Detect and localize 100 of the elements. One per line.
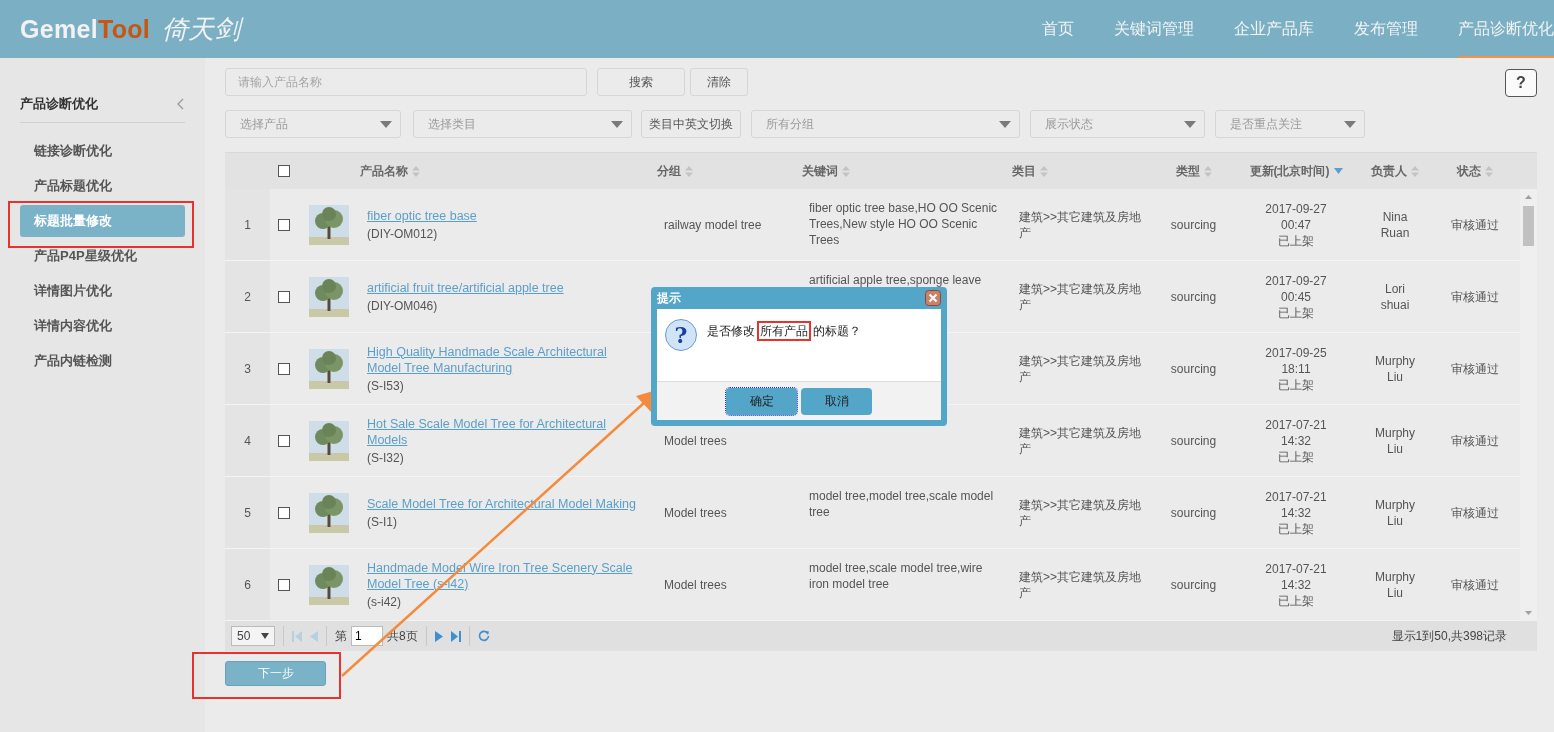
sidebar-item[interactable]: 详情图片优化 (20, 275, 185, 307)
product-link[interactable]: High Quality Handmade Scale Architectural Model Tree Manufacturing (367, 343, 639, 376)
tree-picture (308, 492, 349, 533)
logo-text: Gemel (20, 14, 98, 44)
keywords-text: artificial apple tree,sponge leave (809, 272, 982, 288)
sort-icon[interactable] (685, 165, 693, 177)
sort-icon[interactable] (1040, 165, 1048, 177)
group-text: Model trees (664, 576, 727, 593)
previous-page-icon[interactable] (310, 630, 318, 642)
record-summary: 显示1到50,共398记录 (1391, 627, 1507, 645)
keywords-text: model tree,scale model tree,wire iron model tree (809, 560, 984, 592)
update-date: 2017-09-27 (1265, 200, 1327, 217)
column-header[interactable]: 类目 (1012, 162, 1036, 180)
close-icon[interactable] (925, 290, 941, 306)
listing-status: 已上架 (1278, 376, 1314, 393)
toolbar-button[interactable]: 清除 (690, 68, 748, 96)
owner-name: Murphy Liu (1374, 568, 1416, 601)
review-status: 审核通过 (1451, 576, 1499, 593)
column-header[interactable]: 负责人 (1371, 162, 1407, 180)
row-checkbox[interactable] (277, 218, 290, 231)
listing-status: 已上架 (1278, 520, 1314, 537)
row-checkbox[interactable] (277, 434, 290, 447)
caret-icon (1184, 120, 1196, 128)
dropdown[interactable]: 选择产品 (225, 110, 401, 138)
row-number: 2 (244, 288, 251, 305)
type-text: sourcing (1170, 432, 1217, 449)
category-text: 建筑>>其它建筑及房地产 (1019, 424, 1142, 457)
product-code: (DIY-OM046) (367, 297, 438, 314)
logo-text-accent: Tool (97, 14, 151, 44)
category-text: 建筑>>其它建筑及房地产 (1019, 496, 1142, 529)
column-header[interactable]: 分组 (657, 162, 681, 180)
keywords-text: model tree,model tree,scale model tree (809, 488, 995, 520)
caret-icon (999, 120, 1011, 128)
sidebar-item[interactable]: 详情内容优化 (20, 310, 185, 342)
sort-icon[interactable] (1411, 165, 1419, 177)
search-field[interactable]: 请输入产品名称 (225, 68, 587, 96)
update-date: 2017-07-21 (1265, 416, 1327, 433)
sidebar-item[interactable]: 标题批量修改 (20, 205, 185, 237)
owner-name: Nina Ruan (1379, 208, 1411, 241)
select-all-checkbox[interactable] (277, 165, 290, 177)
listing-status: 已上架 (1278, 304, 1314, 321)
row-number: 3 (244, 360, 251, 377)
next-page-icon[interactable] (434, 630, 443, 642)
toggle-button[interactable]: 类目中英文切换 (641, 110, 741, 138)
dropdown[interactable]: 选择类目 (413, 110, 632, 138)
product-link[interactable]: Hot Sale Scale Model Tree for Architectural Models (367, 415, 639, 448)
collapse-chevron-icon[interactable] (177, 98, 185, 110)
page-number-field[interactable]: 1 (351, 626, 383, 646)
sidebar-item[interactable]: 产品标题优化 (20, 170, 185, 202)
caret-icon (1344, 120, 1356, 128)
sidebar-item[interactable]: 产品P4P星级优化 (20, 240, 185, 272)
sidebar-title: 产品诊断优化 (20, 95, 98, 113)
dialog-button[interactable]: 取消 (801, 387, 872, 415)
row-checkbox[interactable] (277, 506, 290, 519)
update-date: 2017-09-25 (1265, 344, 1327, 361)
product-link[interactable]: fiber optic tree base (367, 207, 477, 224)
sort-icon[interactable] (1485, 165, 1493, 177)
dialog-button[interactable]: 确定 (726, 387, 797, 415)
keywords-text: fiber optic tree base,HO OO Scenic Trees,New style HO OO Scenic Trees (809, 200, 999, 248)
first-page-icon[interactable] (292, 630, 302, 642)
row-checkbox[interactable] (277, 290, 290, 303)
row-checkbox[interactable] (277, 578, 290, 591)
column-header[interactable]: 更新(北京时间) (1249, 162, 1330, 180)
refresh-icon[interactable] (477, 630, 490, 642)
product-link[interactable]: artificial fruit tree/artificial apple tree (367, 279, 564, 296)
update-date: 2017-09-27 (1265, 272, 1327, 289)
sort-descending-icon[interactable] (1333, 168, 1343, 174)
owner-name: Murphy Liu (1374, 352, 1416, 385)
next-step-button[interactable]: 下一步 (225, 661, 326, 686)
update-time: 00:47 (1281, 216, 1311, 233)
column-header[interactable]: 关键词 (802, 162, 838, 180)
dropdown[interactable]: 展示状态 (1030, 110, 1205, 138)
column-header[interactable]: 类型 (1175, 162, 1200, 180)
listing-status: 已上架 (1278, 232, 1314, 249)
row-number: 6 (244, 576, 251, 593)
product-code: (S-I1) (367, 513, 397, 530)
column-header[interactable]: 状态 (1457, 162, 1481, 180)
question-icon: ? (665, 319, 697, 351)
owner-name: Murphy Liu (1374, 424, 1416, 457)
row-checkbox[interactable] (277, 362, 290, 375)
sort-icon[interactable] (412, 165, 420, 177)
dropdown[interactable]: 是否重点关注 (1215, 110, 1365, 138)
review-status: 审核通过 (1451, 360, 1499, 377)
help-button[interactable]: ? (1505, 69, 1537, 97)
caret-icon (380, 120, 392, 128)
sort-icon[interactable] (842, 165, 850, 177)
column-header[interactable]: 产品名称 (360, 162, 408, 180)
review-status: 审核通过 (1451, 432, 1499, 449)
product-code: (S-I53) (367, 377, 404, 394)
toolbar-button[interactable]: 搜索 (597, 68, 685, 96)
dropdown[interactable]: 所有分组 (751, 110, 1020, 138)
review-status: 审核通过 (1451, 288, 1499, 305)
page-size-select[interactable]: 50 (231, 626, 275, 646)
sidebar-item[interactable]: 产品内链检测 (20, 345, 185, 377)
update-date: 2017-07-21 (1265, 560, 1327, 577)
tree-picture (308, 564, 349, 605)
sort-icon[interactable] (1203, 165, 1212, 177)
review-status: 审核通过 (1451, 216, 1499, 233)
sidebar-item[interactable]: 链接诊断优化 (20, 135, 185, 167)
last-page-icon[interactable] (450, 630, 461, 642)
